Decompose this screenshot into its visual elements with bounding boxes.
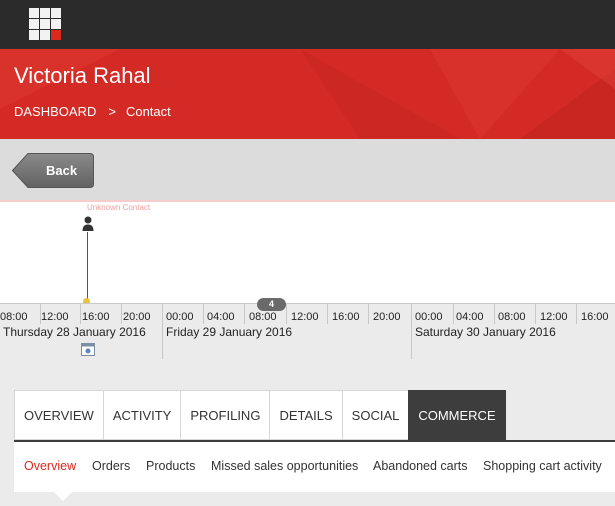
hour-label: 20:00 bbox=[373, 311, 401, 323]
day-separator bbox=[162, 304, 163, 359]
axis-tick bbox=[203, 304, 204, 324]
subnav-overview[interactable]: Overview bbox=[24, 459, 76, 473]
tab-details[interactable]: DETAILS bbox=[269, 390, 342, 440]
timeline-top-line bbox=[0, 200, 615, 202]
tab-activity[interactable]: ACTIVITY bbox=[102, 390, 181, 440]
hour-label: 00:00 bbox=[166, 311, 194, 323]
hour-label: 16:00 bbox=[581, 311, 609, 323]
timeline-canvas[interactable]: Unknown Contact bbox=[0, 200, 615, 305]
hour-label: 04:00 bbox=[456, 311, 484, 323]
subnav-abandoned-carts[interactable]: Abandoned carts bbox=[373, 459, 468, 473]
hour-label: 12:00 bbox=[540, 311, 568, 323]
back-bar: Back bbox=[0, 139, 615, 200]
hour-label: 12:00 bbox=[291, 311, 319, 323]
tab-bar: OVERVIEW ACTIVITY PROFILING DETAILS SOCI… bbox=[14, 390, 506, 442]
back-button-label: Back bbox=[46, 163, 78, 178]
axis-tick bbox=[576, 304, 577, 324]
event-label: Unknown Contact bbox=[87, 203, 151, 212]
interaction-count-badge[interactable]: 4 bbox=[257, 298, 286, 311]
axis-tick bbox=[368, 304, 369, 324]
tab-profiling[interactable]: PROFILING bbox=[180, 390, 270, 440]
hour-label: 08:00 bbox=[249, 311, 277, 323]
breadcrumb-dashboard-link[interactable]: DASHBOARD bbox=[14, 104, 96, 119]
axis-tick bbox=[286, 304, 287, 324]
hour-label: 12:00 bbox=[41, 311, 69, 323]
hour-label: 00:00 bbox=[415, 311, 443, 323]
app-launcher-icon[interactable] bbox=[29, 8, 62, 41]
breadcrumb: DASHBOARD > Contact bbox=[14, 104, 171, 119]
hour-label: 08:00 bbox=[0, 311, 28, 323]
page-title: Victoria Rahal bbox=[14, 63, 151, 88]
top-bar bbox=[0, 0, 615, 49]
day-label: Saturday 30 January 2016 bbox=[415, 325, 556, 339]
axis-tick bbox=[327, 304, 328, 324]
subnav-orders[interactable]: Orders bbox=[92, 459, 130, 473]
active-subnav-pointer bbox=[53, 491, 73, 501]
hour-label: 20:00 bbox=[123, 311, 151, 323]
event-stem bbox=[87, 232, 88, 300]
hour-label: 16:00 bbox=[82, 311, 110, 323]
axis-tick bbox=[121, 304, 122, 324]
axis-tick bbox=[80, 304, 81, 324]
subnav-missed-sales-opportunities[interactable]: Missed sales opportunities bbox=[211, 459, 358, 473]
tab-social[interactable]: SOCIAL bbox=[341, 390, 409, 440]
hour-label: 16:00 bbox=[332, 311, 360, 323]
breadcrumb-current: Contact bbox=[125, 104, 171, 119]
tab-commerce[interactable]: COMMERCE bbox=[408, 390, 506, 440]
day-label: Thursday 28 January 2016 bbox=[3, 325, 146, 339]
breadcrumb-separator: > bbox=[108, 104, 116, 119]
axis-tick bbox=[453, 304, 454, 324]
back-button[interactable]: Back bbox=[12, 153, 94, 188]
hour-label: 08:00 bbox=[498, 311, 526, 323]
tab-overview[interactable]: OVERVIEW bbox=[14, 390, 103, 440]
axis-tick bbox=[244, 304, 245, 324]
calendar-icon[interactable] bbox=[81, 343, 95, 356]
axis-tick bbox=[494, 304, 495, 324]
timeline-axis: 4 08:00 12:00 16:00 20:00 00:00 04:00 08… bbox=[0, 298, 615, 368]
commerce-subnav: Overview Orders Products Missed sales op… bbox=[14, 442, 615, 501]
day-separator bbox=[411, 304, 412, 359]
page-header: Victoria Rahal DASHBOARD > Contact bbox=[0, 49, 615, 139]
axis-tick bbox=[535, 304, 536, 324]
day-label: Friday 29 January 2016 bbox=[166, 325, 293, 339]
subnav-shopping-cart-activity[interactable]: Shopping cart activity bbox=[483, 459, 602, 473]
hour-label: 04:00 bbox=[207, 311, 235, 323]
subnav-products[interactable]: Products bbox=[146, 459, 195, 473]
person-icon[interactable] bbox=[82, 216, 94, 232]
